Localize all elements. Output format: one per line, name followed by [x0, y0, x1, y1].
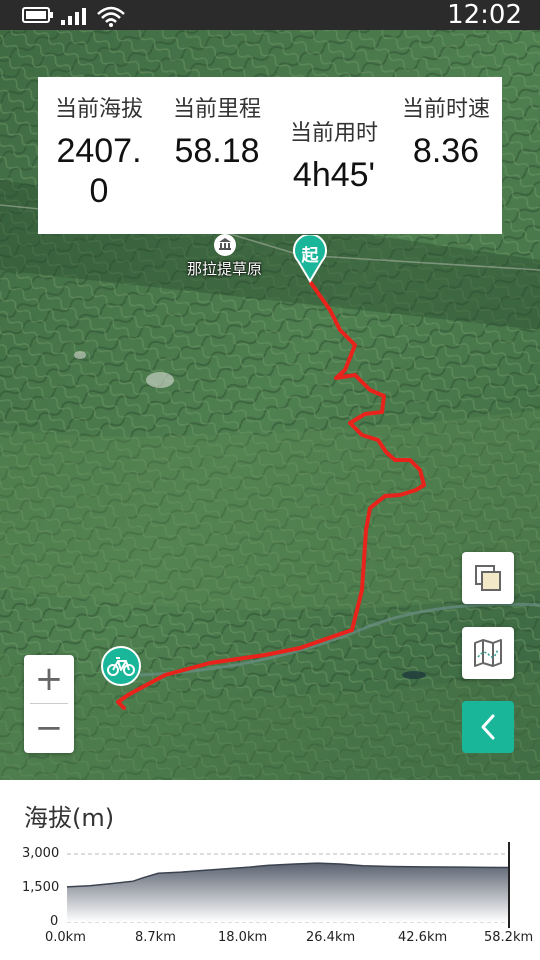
elevation-area	[67, 863, 509, 922]
stat-label: 当前里程	[172, 97, 261, 122]
x-tick-label: 58.2km	[484, 930, 534, 945]
status-bar: 12:02	[0, 0, 540, 30]
wifi-icon	[96, 6, 126, 32]
battery-icon	[22, 6, 54, 28]
stat-label: 当前海拔	[54, 97, 143, 122]
stat-altitude: 当前海拔 2407. 0	[42, 91, 156, 211]
zoom-control: + −	[24, 655, 74, 753]
elevation-panel: 海拔(m) 3,000 1,500 0 0.0km 8.7km 18.0km 2…	[0, 780, 540, 960]
signal-icon	[60, 6, 90, 30]
stat-speed: 当前时速 8.36	[390, 91, 502, 171]
stat-label: 当前时速	[401, 97, 490, 122]
x-tick-label: 0.0km	[45, 930, 86, 945]
museum-icon	[218, 236, 232, 255]
poi-label: 那拉提草原	[187, 260, 263, 278]
layers-icon	[475, 565, 501, 591]
map-type-button[interactable]	[462, 627, 514, 679]
bicycle-icon	[107, 657, 135, 676]
zoom-in-button[interactable]: +	[24, 655, 74, 703]
stat-value-wrap: 0	[89, 172, 109, 210]
chevron-left-icon	[481, 714, 495, 740]
folded-map-icon	[474, 639, 502, 667]
stat-value: 2407.	[56, 132, 142, 170]
ride-stats-panel: 当前海拔 2407. 0 当前里程 58.18 当前用时 4h45' 当前时速 …	[38, 77, 502, 234]
zoom-out-button[interactable]: −	[24, 704, 74, 752]
current-position-marker[interactable]	[101, 646, 141, 686]
x-tick-label: 8.7km	[135, 930, 176, 945]
stat-label: 当前用时	[289, 121, 378, 146]
x-tick-label: 18.0km	[218, 930, 268, 945]
stat-duration: 当前用时 4h45'	[274, 115, 394, 195]
collapse-panel-button[interactable]	[462, 701, 514, 753]
stat-value: 58.18	[174, 132, 260, 170]
stat-value: 8.36	[412, 132, 480, 170]
stat-distance: 当前里程 58.18	[160, 91, 274, 171]
x-tick-label: 26.4km	[306, 930, 356, 945]
start-marker-label: 起	[301, 246, 319, 266]
stat-value: 4h45'	[292, 156, 376, 194]
x-tick-label: 42.6km	[398, 930, 448, 945]
start-marker[interactable]: 起	[292, 235, 328, 283]
clock: 12:02	[447, 0, 522, 30]
poi-marker[interactable]	[214, 234, 236, 256]
layers-button[interactable]	[462, 552, 514, 604]
